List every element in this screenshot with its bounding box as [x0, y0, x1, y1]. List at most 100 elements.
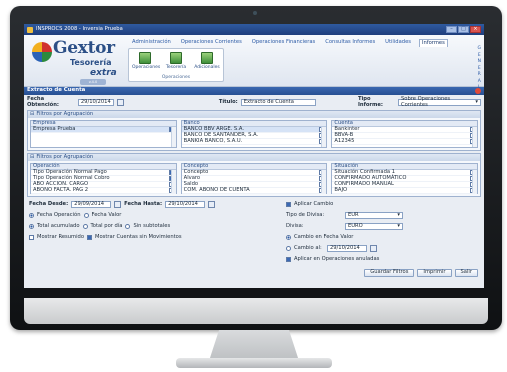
banco-list[interactable]: Banco BANCO BBV ARGE. S.A. BANCO DE SANT… [180, 120, 328, 148]
fecha-valor-radio[interactable] [83, 213, 89, 218]
panel-title: Filtros por Agrupación [36, 110, 94, 117]
operaciones-button[interactable]: Operaciones [132, 52, 160, 71]
side-letter: A [477, 78, 481, 84]
window-controls: – □ × [446, 26, 481, 33]
mostrar-resumido-checkbox[interactable] [29, 235, 34, 240]
chart-icon [201, 52, 213, 64]
list-item[interactable]: BANKIA BANCO, S.A.U. [181, 137, 327, 145]
adicionales-label: Adicionales [194, 65, 220, 70]
cambio-al-radio[interactable] [285, 246, 291, 251]
minimize-button[interactable]: – [446, 26, 457, 33]
total-acumulado-radio[interactable] [29, 224, 34, 229]
item-label: BANKIA BANCO, S.A.U. [183, 137, 243, 144]
item-label: COM. ABONO DE CUENTA [183, 186, 250, 193]
tipo-divisa-value: EUR [347, 211, 359, 218]
fecha-obtencion-input[interactable]: 29/10/2014 [77, 99, 114, 106]
scrollbar[interactable] [321, 127, 327, 147]
list-item[interactable]: BAJO [332, 187, 478, 194]
panel-header[interactable]: ⊟ Filtros por Agrupación [28, 111, 480, 118]
side-letter: L [477, 85, 481, 90]
titulo-label: Título: [218, 98, 238, 105]
ribbon-group-operaciones: Operaciones Tesorería Adicionales Operac… [128, 48, 224, 82]
aplicar-anuladas-checkbox[interactable] [285, 257, 291, 262]
fecha-obtencion-label: Fecha Obtención: [27, 96, 59, 108]
close-button[interactable]: × [470, 26, 481, 33]
tab-administracion[interactable]: Administración [130, 39, 173, 47]
calendar-icon[interactable] [114, 201, 122, 208]
list-item[interactable]: Empresa Prueba [31, 126, 176, 133]
divisa-select[interactable]: EURO ▾ [344, 223, 403, 230]
app-logo: Gextor Tesorería extra v.4.0 [30, 38, 118, 85]
fecha-hasta-input[interactable]: 29/10/2014 [165, 201, 206, 208]
tipo-informe-select[interactable]: Sobre Operaciones Corrientes ▾ [397, 96, 482, 108]
salir-button[interactable]: Salir [454, 269, 478, 277]
fecha-operacion-radio[interactable] [29, 213, 34, 218]
mostrar-resumido-label: Mostrar Resumido [37, 233, 84, 240]
tab-operaciones-corrientes[interactable]: Operaciones Corrientes [179, 39, 244, 47]
logo-subtitle: Tesorería [70, 58, 112, 67]
fecha-desde-input[interactable]: 29/09/2014 [71, 201, 112, 208]
show-options-row: Mostrar Resumido Mostrar Cuentas sin Mov… [29, 232, 280, 243]
tab-informes[interactable]: Informes [418, 39, 448, 48]
panel-header[interactable]: ⊟ Filtros por Agrupación [28, 154, 480, 161]
scrollbar[interactable] [170, 127, 176, 147]
side-letter: G [477, 46, 482, 51]
panel-title: Filtros por Agrupación [36, 153, 94, 160]
window-title: INSPROCS 2008 - Inversia Prueba [36, 25, 123, 32]
tipo-divisa-select[interactable]: EUR ▾ [344, 211, 403, 219]
total-por-dia-radio[interactable] [82, 224, 88, 229]
cambio-fecha-valor-radio[interactable] [285, 235, 291, 240]
section-title: Extracto de Cuenta [27, 87, 86, 94]
list-item[interactable]: A12345 [332, 137, 478, 145]
mostrar-cuentas-checkbox[interactable] [87, 235, 92, 240]
ribbon: Gextor Tesorería extra v.4.0 Administrac… [24, 35, 484, 90]
cambio-al-row: Cambio al: 29/10/2014 [285, 243, 479, 254]
cambio-al-input[interactable]: 29/10/2014 [326, 245, 367, 252]
collapse-icon: ⊟ [30, 153, 35, 160]
group-label: Operaciones [161, 74, 191, 80]
concepto-list[interactable]: Concepto Concepto Alvaro Saldo COM. ABON… [180, 163, 328, 194]
tab-consultas[interactable]: Consultas Informes [323, 39, 377, 47]
empresa-list[interactable]: Empresa Empresa Prueba [30, 120, 177, 148]
total-acumulado-label: Total acumulado [37, 222, 80, 229]
scrollbar[interactable] [472, 170, 478, 193]
operacion-list[interactable]: Operación Tipo Operación Normal Pago Tip… [30, 163, 177, 194]
aplicar-cambio-checkbox[interactable] [285, 202, 291, 207]
totals-row: Total acumulado Total por día Sin subtot… [29, 221, 280, 232]
cuenta-list[interactable]: Cuenta Bankinter BBVA-B A12345 [331, 120, 479, 148]
fecha-operacion-label: Fecha Operación [37, 211, 81, 218]
currency-options: Aplicar Cambio Tipo de Divisa: EUR ▾ Divis… [285, 199, 479, 265]
adicionales-button[interactable]: Adicionales [194, 52, 220, 71]
imprimir-button[interactable]: Imprimir [417, 269, 452, 277]
total-por-dia-label: Total por día [90, 222, 123, 229]
tipo-divisa-row: Tipo de Divisa: EUR ▾ [286, 210, 479, 221]
logo-mark-icon [32, 42, 52, 62]
divisa-row: Divisa: EURO ▾ [286, 221, 479, 232]
scrollbar[interactable] [472, 127, 478, 147]
scrollbar[interactable] [170, 170, 176, 193]
tab-utilidades[interactable]: Utilidades [383, 39, 413, 47]
filtros-panel-1: ⊟ Filtros por Agrupación Empresa Empresa … [27, 110, 481, 151]
list-item[interactable]: COM. ABONO DE CUENTA [181, 186, 327, 194]
item-label: A12345 [334, 137, 355, 144]
version-badge: v.4.0 [80, 79, 106, 85]
tipo-divisa-label: Tipo de Divisa: [285, 211, 325, 218]
tab-operaciones-financieras[interactable]: Operaciones Financieras [250, 39, 317, 47]
list-item[interactable]: ABONO FACTA. PAG 2 [31, 187, 176, 194]
tipo-informe-value: Sobre Operaciones Corrientes [400, 96, 451, 108]
fecha-valor-label: Fecha Valor [91, 211, 122, 218]
calendar-icon[interactable] [369, 245, 377, 252]
guardar-filtros-button[interactable]: Guardar Filtros [364, 269, 415, 277]
maximize-button[interactable]: □ [458, 26, 469, 33]
calendar-icon[interactable] [116, 99, 124, 106]
ribbon-tabs: Administración Operaciones Corrientes Op… [130, 39, 448, 48]
chevron-down-icon: ▾ [475, 98, 479, 105]
sin-subtotales-radio[interactable] [125, 224, 131, 229]
chart-icon [139, 52, 151, 64]
titulo-input[interactable]: Extracto de Cuenta [240, 99, 317, 106]
calendar-icon[interactable] [208, 201, 216, 208]
tesoreria-button[interactable]: Tesorería [163, 52, 189, 71]
monitor-scene: INSPROCS 2008 - Inversia Prueba – □ × Ge… [0, 0, 507, 372]
situacion-list[interactable]: Situación Situación Confirmada 1 CONFIRM… [331, 163, 479, 194]
scrollbar[interactable] [321, 170, 327, 193]
